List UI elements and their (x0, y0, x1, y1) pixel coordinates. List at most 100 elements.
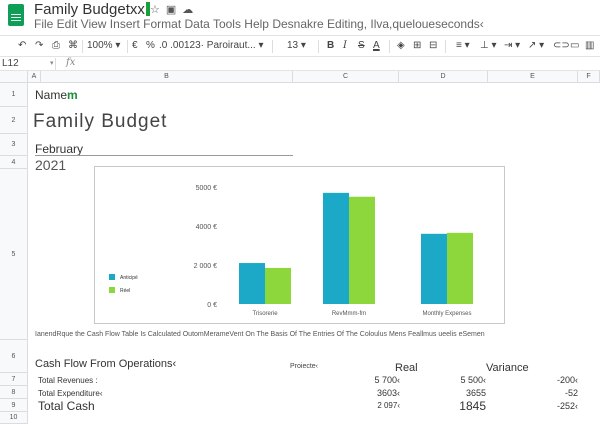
column-header-d[interactable]: D (399, 71, 488, 83)
toolbar-divider (272, 40, 273, 53)
insert-chart-icon[interactable]: ▥ (585, 40, 594, 51)
total-revenues-variance[interactable]: -200‹ (508, 375, 578, 385)
total-expenditure-projected[interactable]: 3603‹ (330, 388, 400, 398)
toolbar-divider (445, 40, 446, 53)
title-actions: ☆▣☁ (150, 3, 199, 16)
x-category-label: RevMmm-fm (332, 311, 366, 317)
font-size-value: 13 (287, 40, 299, 51)
row-header-1[interactable]: 1 (0, 83, 28, 107)
year-cell[interactable]: 2021 (35, 157, 66, 173)
column-header-e[interactable]: E (488, 71, 578, 83)
budget-title[interactable]: Family Budget (33, 111, 167, 133)
variance-column-header[interactable]: Variance (486, 362, 529, 374)
row-header-2[interactable]: 2 (0, 107, 28, 134)
legend-label: Réel (120, 288, 130, 294)
total-cash-projected[interactable]: 2 097‹ (330, 401, 400, 410)
x-category-label: Trisorerie (252, 311, 278, 317)
currency-format-button[interactable]: € (132, 40, 138, 51)
formula-bar: L12 ▾ fx (0, 57, 600, 71)
sheets-logo-icon[interactable] (8, 4, 24, 26)
y-tick-label: 2 000 € (194, 263, 217, 270)
move-folder-icon[interactable]: ▣ (166, 4, 182, 16)
y-tick-label: 0 € (207, 302, 217, 309)
cell-reference-box[interactable]: L12 (0, 58, 56, 70)
column-header-f[interactable]: F (578, 71, 600, 83)
column-header-b[interactable]: B (41, 71, 293, 83)
decimal-buttons[interactable]: .0 .00 (159, 40, 184, 51)
vertical-align-icon[interactable]: ⊥ ▾ (480, 40, 497, 51)
paint-format-icon[interactable]: ⌘ (68, 40, 78, 51)
row-header-6[interactable]: 6 (0, 340, 28, 373)
x-category-label: Monthly Expenses (422, 311, 471, 317)
legend-swatch (109, 287, 115, 293)
fill-color-icon[interactable]: ◈ (397, 40, 405, 51)
bar (349, 196, 375, 304)
percent-format-button[interactable]: % (146, 40, 155, 51)
total-expenditure-label[interactable]: Total Expenditure‹ (38, 389, 102, 398)
borders-icon[interactable]: ⊞ (413, 40, 421, 51)
column-header-a[interactable]: A (28, 71, 41, 83)
cash-flow-note[interactable]: IanendRque the Cash Flow Table Is Calcul… (35, 331, 485, 338)
text-wrap-icon[interactable]: ⇥ ▾ (504, 40, 520, 51)
toolbar-divider (82, 40, 83, 53)
toolbar-divider (127, 40, 128, 53)
legend-swatch (109, 274, 115, 280)
strikethrough-button[interactable]: S (358, 40, 365, 51)
cash-flow-heading[interactable]: Cash Flow From Operations‹ (35, 358, 176, 370)
menu-bar[interactable]: File Edit View Insert Format Data Tools … (34, 17, 484, 31)
total-expenditure-variance[interactable]: -52 (508, 388, 578, 398)
toolbar-divider (318, 40, 319, 53)
y-tick-label: 4000 € (196, 224, 218, 231)
total-expenditure-real[interactable]: 3655 (420, 388, 486, 398)
y-tick-label: 5000 € (196, 185, 218, 192)
total-cash-label[interactable]: Total Cash (38, 399, 95, 413)
star-icon[interactable]: ☆ (150, 4, 166, 16)
document-title[interactable]: Family Budgetxx (34, 1, 150, 18)
total-revenues-label[interactable]: Total Revenues : (38, 376, 98, 385)
name-cursor: m (67, 88, 78, 102)
row-header-10[interactable]: 10 (0, 412, 28, 424)
bar (447, 232, 473, 304)
insert-comment-icon[interactable]: ▭ (570, 40, 579, 51)
row-header-5[interactable]: 5 (0, 169, 28, 340)
total-revenues-projected[interactable]: 5 700‹ (330, 375, 400, 385)
insert-link-icon[interactable]: ⊂⊃ (553, 40, 570, 51)
real-column-header[interactable]: Real (395, 362, 418, 374)
name-box-dropdown-icon[interactable]: ▾ (50, 59, 54, 67)
font-size-select[interactable]: 13 ▾ (287, 40, 306, 51)
undo-icon[interactable]: ↶ (18, 40, 26, 51)
fx-icon: fx (66, 57, 76, 68)
text-rotation-icon[interactable]: ↗ ▾ (528, 40, 544, 51)
row-header-3[interactable]: 3 (0, 134, 28, 156)
column-header-c[interactable]: C (293, 71, 399, 83)
cloud-status-icon[interactable]: ☁ (182, 4, 199, 16)
name-label: Name (35, 88, 68, 102)
projected-column-header[interactable]: Proiecte‹ (290, 363, 318, 370)
title-bar: Family Budgetxx ☆▣☁ File Edit View Inser… (0, 0, 600, 34)
text-color-button[interactable]: A (373, 40, 380, 51)
select-all-corner[interactable] (0, 71, 28, 83)
merge-cells-icon[interactable]: ⊟ (429, 40, 437, 51)
total-revenues-real[interactable]: 5 500‹ (420, 375, 486, 385)
horizontal-align-icon[interactable]: ≡ ▾ (456, 40, 470, 51)
total-cash-real[interactable]: 1845 (420, 399, 486, 413)
row-header-7[interactable]: 7 (0, 373, 28, 386)
number-format-select[interactable]: 123· Paroiraut... ▾ (184, 40, 264, 51)
italic-button[interactable]: I (343, 40, 347, 51)
total-cash-variance[interactable]: -252‹ (508, 401, 578, 411)
zoom-select[interactable]: 100% ▾ (87, 40, 120, 51)
toolbar: ↶ ↷ ⎙ ⌘ 100% ▾ € % .0 .00 123· Paroiraut… (0, 35, 600, 57)
row-header-9[interactable]: 9 (0, 399, 28, 412)
redo-icon[interactable]: ↷ (35, 40, 43, 51)
bar (265, 267, 291, 304)
bar (239, 263, 265, 304)
budget-chart[interactable]: 0 € 2 000 € 4000 € 5000 € Trisorerie RevMmm-f… (94, 166, 505, 324)
name-cell[interactable]: Namem (35, 88, 78, 102)
month-cell[interactable]: February (35, 142, 83, 156)
row-header-4[interactable]: 4 (0, 156, 28, 169)
bar (323, 192, 349, 304)
row-header-8[interactable]: 8 (0, 386, 28, 399)
document-title-text[interactable]: Family Budgetxx (34, 1, 145, 18)
bold-button[interactable]: B (327, 40, 334, 51)
print-icon[interactable]: ⎙ (52, 40, 60, 51)
